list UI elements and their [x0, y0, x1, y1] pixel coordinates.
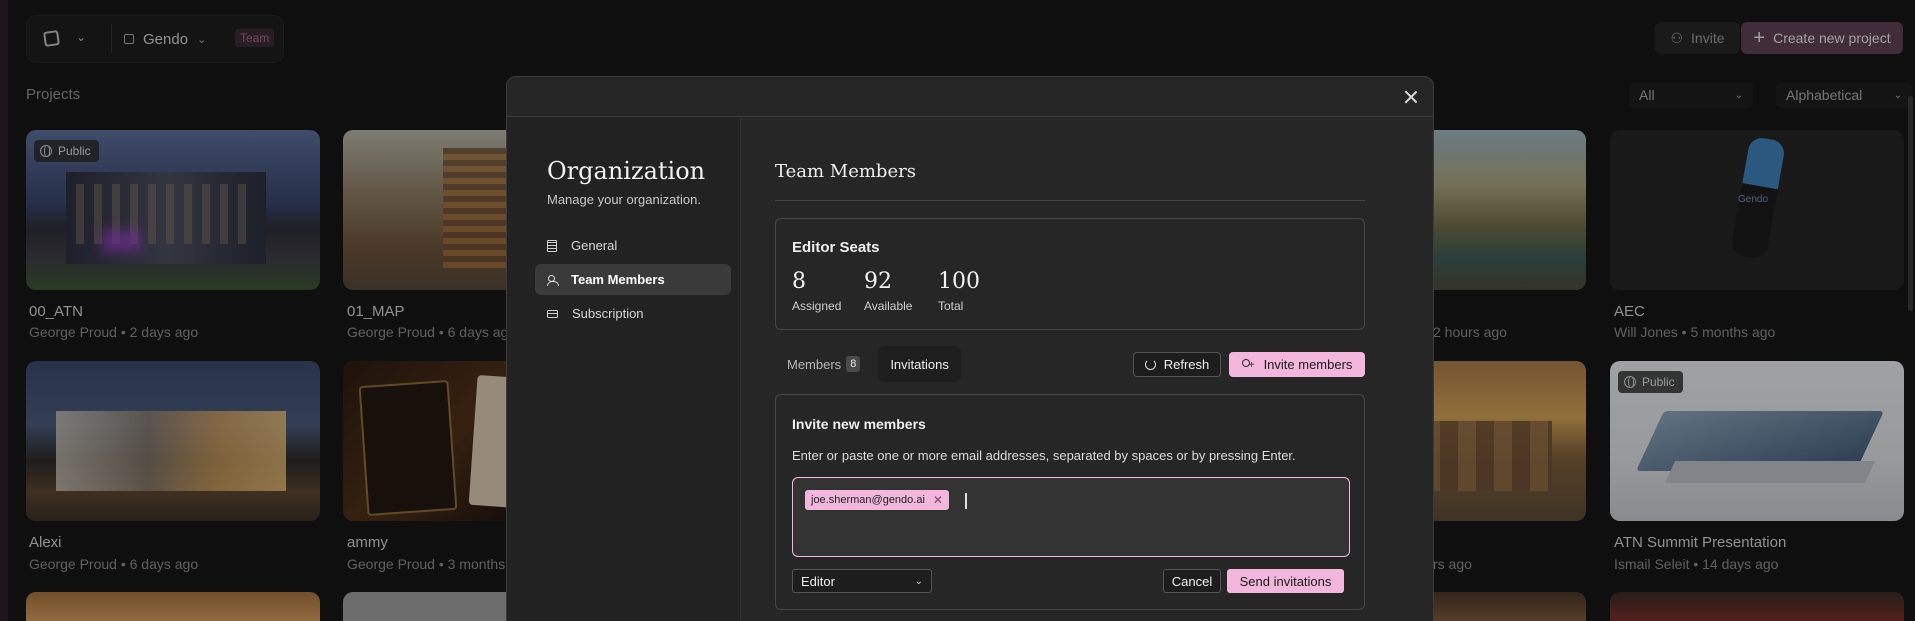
seats-total: 100 Total	[938, 269, 980, 313]
invite-title: Invite new members	[792, 416, 926, 432]
seats-assigned: 8 Assigned	[792, 269, 841, 313]
seats-available-value: 92	[864, 269, 892, 294]
members-tabs: Members 8 Invitations	[775, 346, 961, 382]
seats-assigned-value: 8	[792, 269, 806, 294]
refresh-icon	[1144, 359, 1156, 370]
invite-members-label: Invite members	[1263, 357, 1353, 372]
dialog-header	[507, 77, 1433, 117]
organization-dialog: Organization Manage your organization. G…	[506, 76, 1434, 621]
divider	[775, 200, 1365, 201]
tab-members[interactable]: Members 8	[775, 346, 872, 382]
sidebar-item-subscription[interactable]: Subscription	[535, 298, 731, 329]
tab-invitations[interactable]: Invitations	[878, 346, 961, 382]
chevron-down-icon: ⌄	[914, 575, 923, 587]
user-plus-icon	[1241, 358, 1254, 371]
users-icon	[547, 274, 559, 286]
refresh-label: Refresh	[1163, 357, 1210, 372]
section-title: Team Members	[775, 161, 916, 182]
send-invitations-button[interactable]: Send invitations	[1227, 569, 1344, 593]
email-chip-label: joe.sherman@gendo.ai	[811, 494, 925, 506]
credit-card-icon	[547, 310, 558, 318]
sidebar-item-label: Subscription	[572, 306, 644, 321]
tab-members-label: Members	[787, 356, 842, 372]
settings-sidebar: Organization Manage your organization. G…	[507, 117, 741, 621]
text-caret	[965, 493, 967, 509]
sidebar-item-general[interactable]: General	[535, 230, 731, 261]
org-subtitle: Manage your organization.	[547, 192, 701, 207]
email-input[interactable]: joe.sherman@gendo.ai ✕	[792, 477, 1350, 557]
seats-total-value: 100	[938, 269, 980, 294]
seats-available: 92 Available	[864, 269, 912, 313]
role-value: Editor	[801, 573, 835, 589]
tab-invitations-label: Invitations	[890, 356, 949, 372]
seats-title: Editor Seats	[792, 239, 880, 256]
sidebar-item-team-members[interactable]: Team Members	[535, 264, 731, 295]
seats-available-label: Available	[864, 299, 913, 313]
remove-email-icon[interactable]: ✕	[933, 493, 943, 507]
email-chip: joe.sherman@gendo.ai ✕	[805, 490, 949, 510]
invite-members-button[interactable]: Invite members	[1229, 352, 1365, 377]
refresh-button[interactable]: Refresh	[1133, 352, 1221, 377]
sidebar-item-label: Team Members	[571, 272, 665, 287]
team-members-panel: Team Members Editor Seats 8 Assigned 92 …	[741, 117, 1433, 621]
close-icon[interactable]	[1401, 87, 1421, 107]
invite-members-card: Invite new members Enter or paste one or…	[775, 394, 1365, 610]
org-title: Organization	[547, 157, 706, 185]
sidebar-item-label: General	[571, 238, 618, 253]
role-select[interactable]: Editor ⌄	[792, 569, 932, 593]
editor-seats-card: Editor Seats 8 Assigned 92 Available 100…	[775, 218, 1365, 330]
building-icon	[547, 239, 557, 252]
seats-total-label: Total	[938, 299, 964, 313]
seats-assigned-label: Assigned	[792, 299, 842, 313]
invite-description: Enter or paste one or more email address…	[792, 448, 1296, 463]
members-count-badge: 8	[846, 356, 861, 372]
cancel-button[interactable]: Cancel	[1163, 569, 1221, 593]
